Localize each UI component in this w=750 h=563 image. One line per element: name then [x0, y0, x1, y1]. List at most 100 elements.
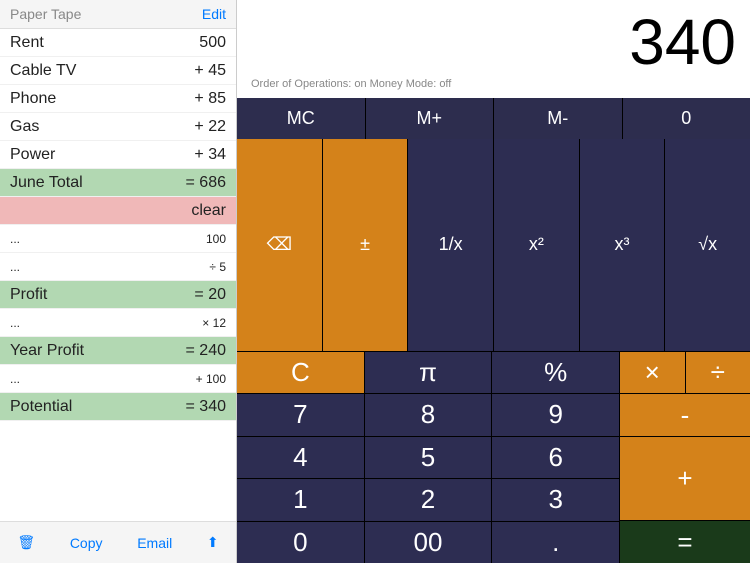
mplus-button[interactable]: M+: [366, 98, 494, 139]
calc-row-2: C π %: [237, 352, 619, 394]
eight-button[interactable]: 8: [365, 394, 492, 436]
calc-row-5: 1 2 3: [237, 479, 619, 521]
share-button[interactable]: ⬆: [199, 530, 227, 555]
row-label: ...: [10, 232, 20, 246]
email-button[interactable]: Email: [129, 531, 180, 555]
edit-button[interactable]: Edit: [202, 6, 226, 22]
share-icon: ⬆: [207, 534, 219, 550]
decimal-button[interactable]: .: [492, 522, 619, 563]
zero-button[interactable]: 0: [237, 522, 364, 563]
mminus-button[interactable]: M-: [494, 98, 622, 139]
calc-op-row-6: =: [620, 521, 750, 563]
row-label: Profit: [10, 286, 47, 304]
row-label: ...: [10, 260, 20, 274]
cube-button[interactable]: x³: [580, 139, 665, 351]
memory-value: 0: [623, 98, 750, 139]
row-value: + 100: [196, 372, 226, 386]
seven-button[interactable]: 7: [237, 394, 364, 436]
trash-icon: 🗑: [17, 534, 35, 550]
calc-row-3: 7 8 9: [237, 394, 619, 436]
list-item: ... ÷ 5: [0, 253, 236, 281]
calculator-panel: 340 Order of Operations: on Money Mode: …: [237, 0, 750, 563]
square-button[interactable]: x²: [494, 139, 579, 351]
plusminus-button[interactable]: ±: [323, 139, 408, 351]
list-item: ... + 100: [0, 365, 236, 393]
calc-row-4: 4 5 6: [237, 437, 619, 479]
multiply-button[interactable]: ×: [620, 352, 685, 394]
list-item: clear: [0, 197, 236, 225]
calc-right: × ÷ - + =: [620, 352, 750, 563]
row-label: Gas: [10, 118, 39, 136]
backspace-button[interactable]: ⌫: [237, 139, 322, 351]
doublezero-button[interactable]: 00: [365, 522, 492, 563]
row-value: + 22: [194, 118, 226, 136]
list-item: Gas + 22: [0, 113, 236, 141]
plus-button[interactable]: +: [620, 437, 750, 520]
display-info: Order of Operations: on Money Mode: off: [251, 78, 736, 94]
list-item: Phone + 85: [0, 85, 236, 113]
row-label: ...: [10, 316, 20, 330]
row-label: Power: [10, 146, 55, 164]
row-label: clear: [191, 202, 226, 220]
calc-op-row-3: -: [620, 394, 750, 436]
pi-button[interactable]: π: [365, 352, 492, 394]
row-value: × 12: [202, 316, 226, 330]
row-value: = 340: [186, 398, 226, 416]
row-value: ÷ 5: [209, 260, 226, 274]
calc-op-row-4: +: [620, 437, 750, 520]
divide-button[interactable]: ÷: [686, 352, 750, 394]
row-value: = 240: [186, 342, 226, 360]
four-button[interactable]: 4: [237, 437, 364, 479]
list-item: Cable TV + 45: [0, 57, 236, 85]
calc-main: C π % 7 8 9 4 5 6 1: [237, 352, 750, 563]
list-item: June Total = 686: [0, 169, 236, 197]
calc-left: C π % 7 8 9 4 5 6 1: [237, 352, 619, 563]
row-label: Phone: [10, 90, 56, 108]
row-label: Year Profit: [10, 342, 84, 360]
trash-button[interactable]: 🗑: [9, 530, 43, 555]
paper-tape-panel: Paper Tape Edit Rent 500 Cable TV + 45 P…: [0, 0, 237, 563]
copy-button[interactable]: Copy: [62, 531, 111, 555]
row-label: Potential: [10, 398, 72, 416]
list-item: ... 100: [0, 225, 236, 253]
reciprocal-button[interactable]: 1/x: [408, 139, 493, 351]
calc-row-1: ⌫ ± 1/x x² x³ √x: [237, 139, 750, 351]
row-value: + 45: [194, 62, 226, 80]
tape-header: Paper Tape Edit: [0, 0, 236, 29]
calc-buttons: ⌫ ± 1/x x² x³ √x C π % 7 8 9: [237, 139, 750, 563]
minus-button[interactable]: -: [620, 394, 750, 436]
row-value: 500: [199, 34, 226, 52]
five-button[interactable]: 5: [365, 437, 492, 479]
row-value: + 85: [194, 90, 226, 108]
row-value: + 34: [194, 146, 226, 164]
three-button[interactable]: 3: [492, 479, 619, 521]
row-value: = 686: [186, 174, 226, 192]
list-item: ... × 12: [0, 309, 236, 337]
memory-row: MC M+ M- 0: [237, 98, 750, 139]
row-label: Cable TV: [10, 62, 76, 80]
list-item: Profit = 20: [0, 281, 236, 309]
row-value: = 20: [194, 286, 226, 304]
list-item: Potential = 340: [0, 393, 236, 421]
list-item: Rent 500: [0, 29, 236, 57]
row-label: June Total: [10, 174, 83, 192]
clear-button[interactable]: C: [237, 352, 364, 394]
display-area: 340 Order of Operations: on Money Mode: …: [237, 0, 750, 98]
nine-button[interactable]: 9: [492, 394, 619, 436]
two-button[interactable]: 2: [365, 479, 492, 521]
calc-op-row-2: × ÷: [620, 352, 750, 394]
percent-button[interactable]: %: [492, 352, 619, 394]
six-button[interactable]: 6: [492, 437, 619, 479]
tape-rows: Rent 500 Cable TV + 45 Phone + 85 Gas + …: [0, 29, 236, 521]
display-number: 340: [251, 6, 736, 78]
row-label: ...: [10, 372, 20, 386]
equals-button[interactable]: =: [620, 521, 750, 563]
list-item: Year Profit = 240: [0, 337, 236, 365]
sqrt-button[interactable]: √x: [665, 139, 750, 351]
one-button[interactable]: 1: [237, 479, 364, 521]
tape-footer: 🗑 Copy Email ⬆: [0, 521, 236, 563]
row-label: Rent: [10, 34, 44, 52]
list-item: Power + 34: [0, 141, 236, 169]
mc-button[interactable]: MC: [237, 98, 365, 139]
tape-title: Paper Tape: [10, 6, 81, 22]
